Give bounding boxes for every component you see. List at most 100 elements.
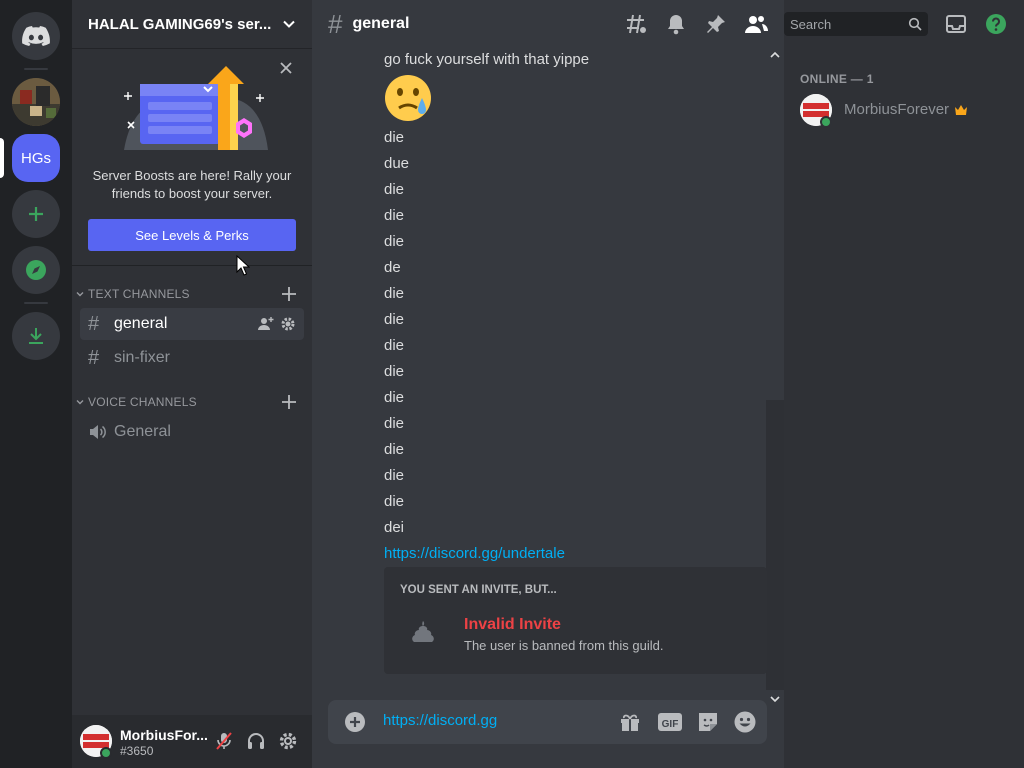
server-rail: HGs [0, 0, 72, 768]
hashtag-icon: # [88, 312, 100, 335]
headphones-icon[interactable] [246, 731, 266, 751]
poop-icon [410, 619, 436, 645]
discord-logo-icon [22, 26, 50, 46]
boost-illustration-icon [112, 62, 272, 154]
see-levels-perks-button[interactable]: See Levels & Perks [88, 219, 296, 251]
plus-icon [26, 204, 46, 224]
gift-icon[interactable] [618, 710, 642, 734]
inbox-icon[interactable] [944, 12, 968, 36]
compass-icon [25, 259, 47, 281]
user-panel: MorbiusFor... #3650 [72, 715, 312, 768]
category-voice-channels[interactable]: VOICE CHANNELS [72, 392, 312, 412]
rail-divider [24, 68, 48, 70]
chevron-down-icon [282, 17, 296, 31]
message: die [384, 311, 405, 328]
server-initials: HGs [21, 149, 51, 167]
message: die [384, 337, 405, 354]
message: die [384, 415, 405, 432]
mute-mic-icon[interactable] [214, 731, 234, 751]
invite-description: The user is banned from this guild. [464, 638, 664, 653]
message: die [384, 181, 405, 198]
close-icon[interactable] [278, 60, 294, 76]
add-attachment-icon[interactable] [344, 711, 366, 733]
mouse-cursor-icon [236, 255, 250, 277]
scroll-up-arrow-icon[interactable] [770, 50, 780, 60]
server-picture-icon [12, 78, 60, 126]
discord-app: HGs HALAL GAMING69's ser... Server Boost… [0, 0, 1024, 768]
download-apps-button[interactable] [12, 312, 60, 360]
selected-server-indicator [0, 138, 4, 178]
message: die [384, 129, 405, 146]
member-name[interactable]: MorbiusForever [844, 101, 949, 118]
message: die [384, 233, 405, 250]
online-status-icon [100, 747, 112, 759]
home-button[interactable] [12, 12, 60, 60]
category-label: TEXT CHANNELS [88, 287, 190, 301]
search-placeholder: Search [790, 16, 832, 32]
search-input[interactable]: Search [784, 12, 928, 36]
message: die [384, 441, 405, 458]
crown-icon [954, 104, 968, 116]
message: die [384, 389, 405, 406]
server-icon-image[interactable] [12, 78, 60, 126]
voice-channel-general[interactable]: General [80, 416, 304, 448]
search-icon [908, 17, 922, 31]
server-name: HALAL GAMING69's ser... [88, 15, 272, 33]
rail-divider [24, 302, 48, 304]
channel-sin-fixer[interactable]: # sin-fixer [80, 342, 304, 374]
message-input[interactable]: https://discord.gg [383, 712, 497, 729]
channel-name: general [114, 315, 168, 332]
message: die [384, 363, 405, 380]
gif-icon[interactable]: GIF [657, 710, 683, 734]
svg-text:GIF: GIF [662, 719, 679, 730]
category-text-channels[interactable]: TEXT CHANNELS [72, 284, 312, 304]
message: due [384, 155, 410, 172]
pin-icon[interactable] [704, 12, 728, 36]
channel-name: sin-fixer [114, 349, 171, 366]
speaker-icon [88, 423, 114, 441]
crying-face-emoji-icon [384, 74, 432, 122]
channel-title: general [352, 15, 410, 32]
message: die [384, 467, 405, 484]
invite-title: Invalid Invite [464, 616, 561, 633]
member-list-toggle-icon[interactable] [744, 12, 768, 36]
invite-user-icon[interactable] [258, 316, 274, 332]
gear-icon[interactable] [280, 316, 296, 332]
message: de [384, 259, 401, 276]
help-icon[interactable] [984, 12, 1008, 36]
add-channel-icon[interactable] [282, 284, 296, 304]
scroll-down-arrow-icon[interactable] [770, 694, 780, 704]
scrollbar-track[interactable] [766, 400, 784, 690]
download-icon [26, 326, 46, 346]
message: die [384, 207, 405, 224]
emoji-icon[interactable] [733, 710, 757, 734]
sticker-icon[interactable] [696, 710, 720, 734]
category-label: VOICE CHANNELS [88, 395, 197, 409]
channel-general[interactable]: # general [80, 308, 304, 340]
user-name: MorbiusFor... [120, 727, 208, 743]
message: die [384, 285, 405, 302]
invite-link[interactable]: https://discord.gg/undertale [384, 544, 565, 564]
hashtag-icon: # [88, 346, 100, 369]
user-settings-gear-icon[interactable] [278, 731, 298, 751]
hashtag-icon: # [328, 8, 343, 39]
add-server-button[interactable] [12, 190, 60, 238]
member-group-header: ONLINE — 1 [800, 72, 874, 86]
server-icon-hgs[interactable]: HGs [12, 134, 60, 182]
bell-icon[interactable] [664, 12, 688, 36]
explore-servers-button[interactable] [12, 246, 60, 294]
server-boost-promo: Server Boosts are here! Rally your frien… [72, 48, 312, 276]
chevron-down-icon [76, 398, 84, 406]
online-status-icon [820, 116, 832, 128]
server-header[interactable]: HALAL GAMING69's ser... [72, 0, 312, 48]
channel-sidebar: HALAL GAMING69's ser... Server Boosts ar… [72, 0, 312, 768]
add-channel-icon[interactable] [282, 392, 296, 412]
message: die [384, 493, 405, 510]
threads-icon[interactable] [624, 12, 648, 36]
message-composer[interactable]: https://discord.gg GIF [328, 700, 767, 744]
boost-promo-text: Server Boosts are here! Rally your frien… [92, 168, 292, 201]
header-toolbar: Search [620, 0, 1024, 48]
message: go fuck yourself with that yippe [384, 51, 590, 68]
member-list: ONLINE — 1 MorbiusForever [784, 0, 1024, 768]
message: dei [384, 519, 405, 536]
